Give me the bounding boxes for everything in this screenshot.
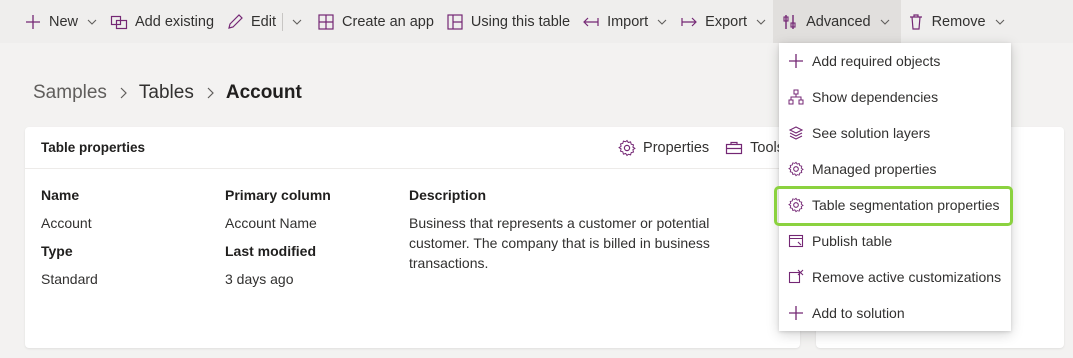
remove-customizations-icon [787,268,805,286]
add-existing-label: Add existing [135,13,215,30]
chevron-right-icon [204,86,216,100]
create-app-button[interactable]: Create an app [311,0,440,43]
chevron-down-icon [291,16,303,28]
properties-label: Properties [643,140,710,156]
grid-icon [317,13,335,31]
description-label: Description [409,187,487,203]
chevron-down-icon [86,16,98,28]
chevron-down-icon [755,16,767,28]
menu-item-add-to-solution[interactable]: Add to solution [779,295,1011,331]
breadcrumb-samples[interactable]: Samples [33,82,107,104]
menu-item-remove-active-customizations[interactable]: Remove active customizations [779,259,1011,295]
menu-item-solution-layers[interactable]: See solution layers [779,115,1011,151]
edit-button[interactable]: Edit [220,0,282,43]
using-table-button[interactable]: Using this table [440,0,576,43]
name-label: Name [41,187,80,203]
import-icon [582,13,600,31]
properties-button[interactable]: Properties [618,139,709,157]
advanced-label: Advanced [806,13,871,30]
name-value: Account [41,215,92,231]
import-button[interactable]: Import [576,0,674,43]
menu-item-publish-table[interactable]: Publish table [779,223,1011,259]
add-existing-icon [110,13,128,31]
trash-icon [907,13,925,31]
toolbox-icon [725,139,743,157]
menu-item-add-required-objects[interactable]: Add required objects [779,43,1011,79]
primary-column-value: Account Name [225,215,317,231]
card-actions: Properties Tools [602,127,784,169]
chevron-down-icon [656,16,668,28]
export-button[interactable]: Export [674,0,773,43]
hierarchy-icon [787,88,805,106]
new-button[interactable]: New [18,0,104,43]
type-value: Standard [41,271,98,287]
plus-icon [24,13,42,31]
plus-icon [787,52,805,70]
export-label: Export [705,13,748,30]
pencil-icon [226,13,244,31]
tools-icon [781,13,799,31]
toolbar-divider [282,12,284,31]
menu-item-managed-properties[interactable]: Managed properties [779,151,1011,187]
card-title: Table properties [41,140,146,155]
edit-more-button[interactable] [287,0,311,43]
card-header: Table properties Properties Tools [25,127,800,169]
remove-button[interactable]: Remove [901,0,1012,43]
table-usage-icon [446,13,464,31]
menu-item-table-segmentation-properties[interactable]: Table segmentation properties [779,187,1011,223]
menu-item-label: Show dependencies [812,89,939,105]
breadcrumb: Samples Tables Account [33,82,302,104]
table-properties-card: Table properties Properties Tools Name A… [25,127,800,348]
breadcrumb-current: Account [225,82,302,103]
breadcrumb-tables[interactable]: Tables [139,82,194,104]
menu-item-label: Remove active customizations [812,269,1002,285]
advanced-menu: Add required objects Show dependencies S… [779,43,1011,331]
chevron-down-icon [994,16,1006,28]
menu-item-label: See solution layers [812,125,931,141]
using-table-label: Using this table [470,13,571,30]
menu-item-label: Publish table [812,233,893,249]
import-label: Import [607,13,649,30]
add-existing-button[interactable]: Add existing [104,0,220,43]
menu-item-show-dependencies[interactable]: Show dependencies [779,79,1011,115]
create-app-label: Create an app [342,13,434,30]
menu-item-label: Add to solution [812,305,905,321]
remove-label: Remove [931,13,986,30]
tools-button[interactable]: Tools [725,139,784,157]
export-icon [680,13,698,31]
menu-item-label: Add required objects [812,53,941,69]
advanced-button[interactable]: Advanced [773,0,901,43]
menu-item-label: Managed properties [812,161,937,177]
menu-item-label: Table segmentation properties [812,197,1000,213]
gear-icon [787,196,805,214]
command-bar: New Add existing Edit Create an app Usin… [0,0,1073,43]
gear-icon [618,139,636,157]
description-value: Business that represents a customer or p… [409,215,710,271]
edit-label: Edit [251,13,277,30]
chevron-right-icon [117,86,129,100]
plus-icon [787,304,805,322]
layers-icon [787,124,805,142]
publish-icon [787,232,805,250]
last-modified-value: 3 days ago [225,271,294,287]
chevron-down-icon [879,16,891,28]
type-label: Type [41,243,73,259]
last-modified-label: Last modified [225,243,317,259]
new-label: New [49,13,79,30]
primary-column-label: Primary column [225,187,331,203]
gear-icon [787,160,805,178]
